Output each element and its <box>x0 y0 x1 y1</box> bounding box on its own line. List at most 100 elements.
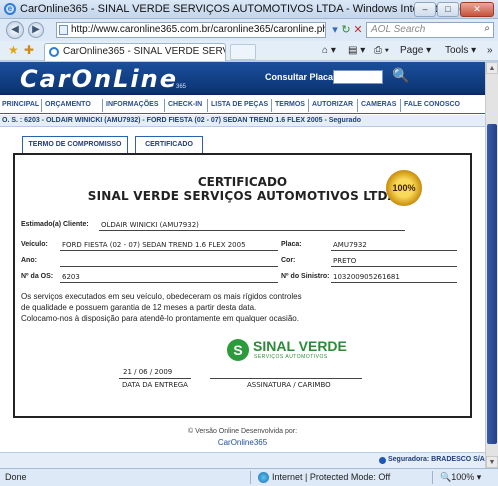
menu-divider <box>41 99 42 112</box>
zoom-level[interactable]: 🔍100% ▾ <box>440 469 481 486</box>
color-value: PRETO <box>333 257 357 265</box>
plate-label: Placa: <box>281 241 302 248</box>
menu-divider <box>207 99 208 112</box>
page-icon <box>59 25 68 35</box>
home-button[interactable]: ⌂ ▾ <box>322 45 336 56</box>
vehicle-underline <box>60 250 278 251</box>
delivery-date-label: DATA DA ENTREGA <box>122 381 188 389</box>
tab-termo-de-compromisso[interactable]: TERMO DE COMPROMISSO <box>22 136 128 154</box>
sinal-verde-leaf-icon: S <box>227 339 249 361</box>
color-label: Cor: <box>281 257 296 264</box>
menu-termos[interactable]: TERMOS <box>275 101 305 108</box>
browser-tab-active[interactable]: CarOnline365 - SINAL VERDE SERVIÇOS AUTO… <box>44 43 226 61</box>
search-placeholder: AOL Search <box>371 24 426 35</box>
footer-copyright: © Versão Online Desenvolvida por: <box>187 428 298 435</box>
menu-divider <box>164 99 165 112</box>
plate-search-label: Consultar Placa <box>265 72 334 82</box>
menu-divider <box>271 99 272 112</box>
menu-divider <box>400 99 401 112</box>
forward-button[interactable]: ▶ <box>28 22 44 38</box>
security-zone[interactable]: Internet | Protected Mode: Off <box>272 469 390 486</box>
back-button[interactable]: ◀ <box>6 21 24 39</box>
status-divider <box>432 471 433 484</box>
client-value: OLDAIR WINICKI (AMU7932) <box>101 221 199 229</box>
vehicle-label: Veículo: <box>21 241 48 248</box>
scroll-up-arrow-icon[interactable]: ▲ <box>486 62 498 74</box>
menu-informacoes[interactable]: INFORMAÇÕES <box>106 101 159 108</box>
add-favorites-icon[interactable]: ✚ <box>24 43 34 57</box>
os-number-value: 6203 <box>62 273 80 281</box>
favorites-bar: ★ ✚ CarOnline365 - SINAL VERDE SERVIÇOS … <box>0 41 498 61</box>
window-titlebar: e CarOnline365 - SINAL VERDE SERVIÇOS AU… <box>0 0 498 19</box>
vehicle-value: FORD FIESTA (02 - 07) SEDAN TREND 1.6 FL… <box>62 241 246 249</box>
menu-cameras[interactable]: CAMERAS <box>361 101 396 108</box>
footer-brand-link[interactable]: CarOnline365 <box>0 438 485 447</box>
menu-fale-conosco[interactable]: FALE CONOSCO <box>404 101 460 108</box>
signature-label: ASSINATURA / CARIMBO <box>247 381 331 389</box>
search-icon[interactable]: ⌕ <box>484 22 490 36</box>
menu-lista-de-pecas[interactable]: LISTA DE PEÇAS <box>211 101 268 108</box>
browser-tab-title: CarOnline365 - SINAL VERDE SERVIÇOS AUTO… <box>63 46 225 57</box>
menu-autorizar[interactable]: AUTORIZAR <box>312 101 353 108</box>
plate-underline <box>331 250 457 251</box>
tab-ie-icon <box>49 47 59 57</box>
delivery-date: 21 / 06 / 2009 <box>123 368 173 376</box>
status-divider <box>250 471 251 484</box>
menu-principal[interactable]: PRINCIPAL <box>2 101 39 108</box>
plate-search-icon[interactable]: 🔍 <box>392 67 409 84</box>
signature-underline <box>210 378 362 379</box>
insurer-dot-icon <box>379 457 386 464</box>
minimize-button[interactable]: – <box>414 2 436 17</box>
client-label: Estimado(a) Cliente: <box>21 221 89 228</box>
close-button[interactable]: ✕ <box>460 2 494 17</box>
color-underline <box>331 266 457 267</box>
stop-icon[interactable]: ✕ <box>350 22 366 38</box>
warranty-message: Os serviços executados em seu veículo, o… <box>21 291 461 324</box>
window-title: CarOnline365 - SINAL VERDE SERVIÇOS AUTO… <box>20 3 482 15</box>
search-input[interactable]: AOL Search ⌕ <box>366 22 494 38</box>
more-commands[interactable]: » <box>487 45 493 56</box>
plate-search-input[interactable] <box>333 70 383 84</box>
menu-orcamento[interactable]: ORÇAMENTO <box>45 101 91 108</box>
site-banner: CarOnLine 365 Consultar Placa 🔍 <box>0 62 485 95</box>
tools-menu[interactable]: Tools ▾ <box>445 45 476 56</box>
menu-check-in[interactable]: CHECK-IN <box>168 101 202 108</box>
claim-number-label: Nº do Sinistro: <box>281 273 330 280</box>
ie-icon: e <box>4 3 16 15</box>
navigation-bar: ◀ ▶ http://www.caronline365.com.br/caron… <box>0 19 498 41</box>
maximize-button[interactable]: □ <box>437 2 459 17</box>
site-logo-sub: 365 <box>176 84 187 90</box>
page-menu[interactable]: Page ▾ <box>400 45 431 56</box>
internet-zone-globe-icon <box>258 472 269 483</box>
feeds-button[interactable]: ▤ ▾ <box>348 45 365 56</box>
print-button[interactable]: ⎙ ▾ <box>374 45 389 56</box>
warranty-message-line: Os serviços executados em seu veículo, o… <box>21 292 302 301</box>
warranty-message-line: de qualidade e possuem garantia de 12 me… <box>21 303 257 312</box>
vertical-scrollbar[interactable]: ▲ ▼ <box>485 62 498 468</box>
scrollbar-thumb[interactable] <box>487 124 497 444</box>
status-bar: Done Internet | Protected Mode: Off 🔍100… <box>0 468 498 486</box>
year-label: Ano: <box>21 257 37 264</box>
address-bar[interactable]: http://www.caronline365.com.br/caronline… <box>56 22 326 38</box>
scroll-down-arrow-icon[interactable]: ▼ <box>486 456 498 468</box>
favorites-star-icon[interactable]: ★ <box>8 43 19 57</box>
menu-divider <box>357 99 358 112</box>
site-logo[interactable]: CarOnLine <box>20 65 178 93</box>
window-controls: – □ ✕ <box>414 2 494 17</box>
client-underline <box>99 230 405 231</box>
sinal-verde-subtitle: SERVIÇOS AUTOMOTIVOS <box>254 354 328 360</box>
delivery-date-underline <box>119 378 191 379</box>
site-menu: PRINCIPAL ORÇAMENTO INFORMAÇÕES CHECK-IN… <box>0 97 485 114</box>
status-text: Done <box>5 472 27 482</box>
claim-number-underline <box>331 282 457 283</box>
new-tab-button[interactable] <box>230 44 256 60</box>
quality-seal-icon: 100% <box>386 170 422 206</box>
sinal-verde-name: SINAL VERDE <box>253 338 347 354</box>
service-order-bar: O. S. : 6203 - OLDAIR WINICKI (AMU7932) … <box>0 115 485 127</box>
os-number-underline <box>60 282 278 283</box>
sinal-verde-logo: S SINAL VERDE SERVIÇOS AUTOMOTIVOS <box>227 338 363 363</box>
address-text: http://www.caronline365.com.br/caronline… <box>71 24 325 35</box>
menu-divider <box>102 99 103 112</box>
menu-divider <box>308 99 309 112</box>
certificate-document: CERTIFICADO SINAL VERDE SERVIÇOS AUTOMOT… <box>13 153 472 418</box>
